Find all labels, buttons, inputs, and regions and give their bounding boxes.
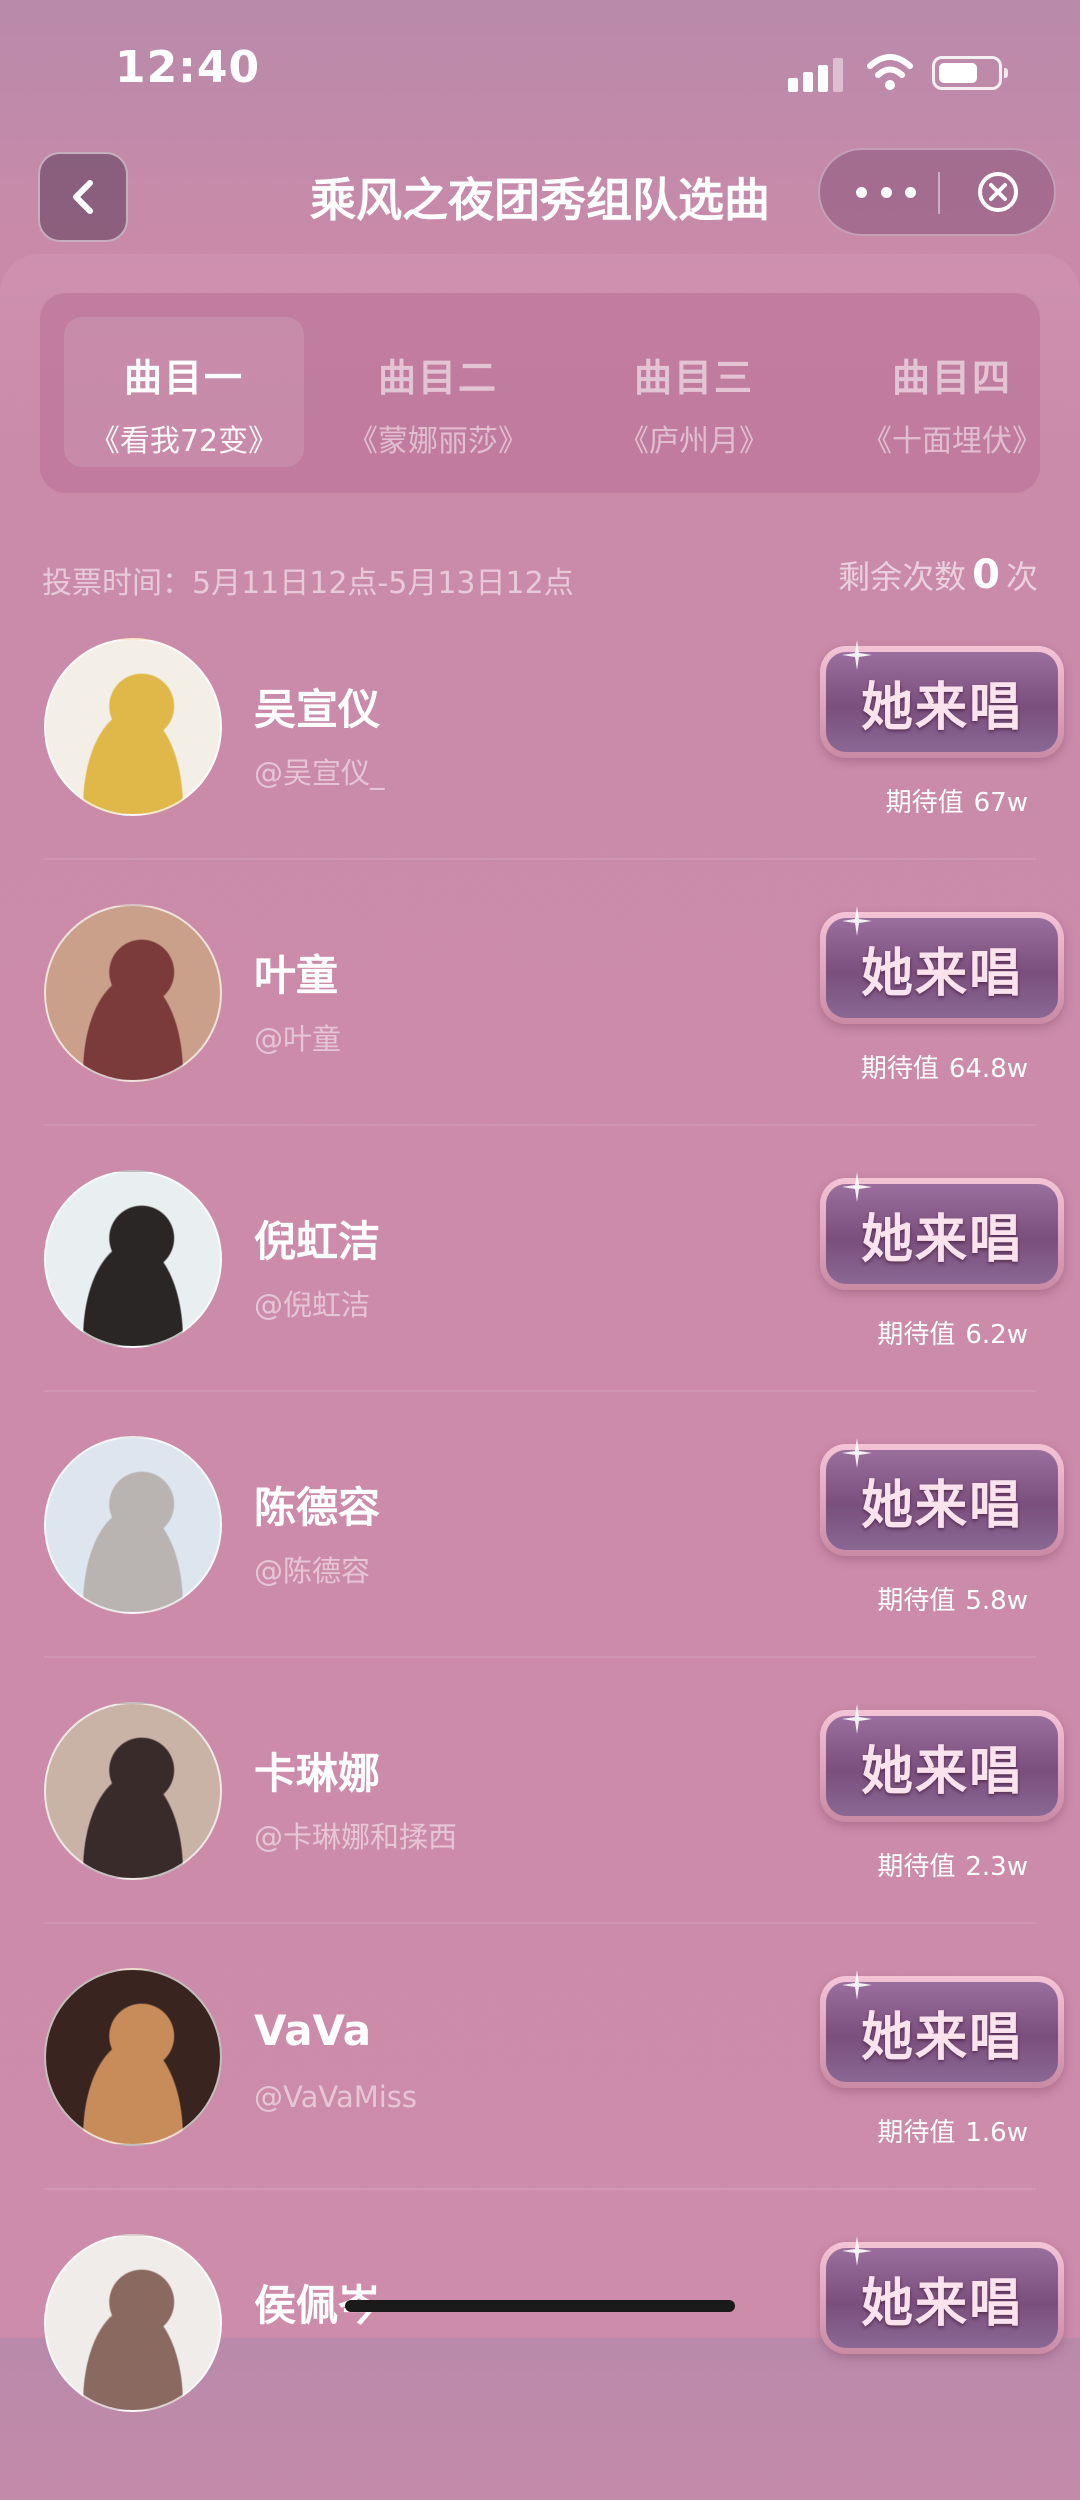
candidate-row: 陈德容 @陈德容 她来唱 期待值 5.8w <box>0 1436 1080 1702</box>
expect-number: 64.8w <box>948 1054 1028 1084</box>
sparkle-icon <box>842 1438 872 1468</box>
tab-label: 曲目一 <box>123 356 244 400</box>
expect-label: 期待值 <box>877 2118 956 2148</box>
tab-label: 曲目四 <box>891 356 1012 400</box>
candidate-name: 吴宣仪 <box>254 685 381 734</box>
expect-value: 期待值 1.6w <box>877 2112 1028 2149</box>
she-sings-button[interactable]: 她来唱 <box>820 1970 1064 2088</box>
avatar <box>44 638 222 816</box>
tab-song-2[interactable]: 曲目二 《蒙娜丽莎》 <box>318 317 558 467</box>
remaining-votes: 剩余次数 0 次 <box>838 552 1038 598</box>
sparkle-icon <box>842 906 872 936</box>
candidate-handle: @陈德容 <box>254 1554 371 1588</box>
row-divider <box>44 2188 1036 2190</box>
candidate-row: 卡琳娜 @卡琳娜和揉西 她来唱 期待值 2.3w <box>0 1702 1080 1968</box>
tab-song-3[interactable]: 曲目三 《庐州月》 <box>574 317 814 467</box>
sparkle-icon <box>842 640 872 670</box>
nav-bar: 乘风之夜团秀组队选曲 <box>0 140 1080 250</box>
close-button[interactable] <box>976 170 1020 214</box>
avatar <box>44 1170 222 1348</box>
candidate-name: 倪虹洁 <box>254 1217 381 1266</box>
expect-label: 期待值 <box>860 1054 939 1084</box>
expect-number: 1.6w <box>965 2118 1028 2148</box>
she-sings-button[interactable]: 她来唱 <box>820 1438 1064 1556</box>
she-sings-button[interactable]: 她来唱 <box>820 2236 1064 2354</box>
candidate-row: VaVa @VaVaMiss 她来唱 期待值 1.6w <box>0 1968 1080 2234</box>
battery-icon <box>932 56 1008 90</box>
expect-number: 5.8w <box>965 1586 1028 1616</box>
candidate-handle: @叶童 <box>254 1022 342 1056</box>
row-divider <box>44 1656 1036 1658</box>
she-sings-button[interactable]: 她来唱 <box>820 906 1064 1024</box>
candidate-handle: @卡琳娜和揉西 <box>254 1820 458 1854</box>
miniapp-capsule <box>818 148 1056 236</box>
tab-song-title: 《庐州月》 <box>619 424 769 459</box>
expect-value: 期待值 5.8w <box>877 1580 1028 1617</box>
avatar <box>44 1968 222 2146</box>
sparkle-icon <box>842 1970 872 2000</box>
sparkle-icon <box>842 1704 872 1734</box>
avatar <box>44 2234 222 2412</box>
expect-number: 67w <box>973 788 1028 818</box>
candidate-name: 卡琳娜 <box>254 1749 381 1798</box>
tab-song-title: 《十面埋伏》 <box>862 424 1040 459</box>
row-divider <box>44 1390 1036 1392</box>
tab-label: 曲目三 <box>633 356 754 400</box>
capsule-divider <box>938 172 940 214</box>
tab-song-title: 《蒙娜丽莎》 <box>348 424 528 459</box>
candidate-name: 陈德容 <box>254 1483 381 1532</box>
tab-song-4[interactable]: 曲目四 《十面埋伏》 <box>832 317 1040 467</box>
expect-label: 期待值 <box>877 1586 956 1616</box>
wifi-icon <box>867 54 913 90</box>
status-bar: 12:40 <box>0 0 1080 140</box>
expect-value: 期待值 67w <box>886 782 1028 819</box>
candidate-row: 侯佩岑 她来唱 <box>0 2234 1080 2500</box>
sparkle-icon <box>842 2236 872 2266</box>
avatar <box>44 1436 222 1614</box>
candidate-row: 吴宣仪 @吴宣仪_ 她来唱 期待值 67w <box>0 638 1080 904</box>
she-sings-button[interactable]: 她来唱 <box>820 640 1064 758</box>
candidate-handle: @倪虹洁 <box>254 1288 371 1322</box>
vote-time: 投票时间：5月11日12点-5月13日12点 <box>42 566 574 601</box>
remain-prefix: 剩余次数 <box>838 558 967 596</box>
tab-song-title: 《看我72变》 <box>89 424 279 459</box>
signal-icon <box>788 56 844 92</box>
song-tabs: 曲目一 《看我72变》 曲目二 《蒙娜丽莎》 曲目三 《庐州月》 曲目四 《十面… <box>40 293 1040 493</box>
expect-value: 期待值 6.2w <box>877 1314 1028 1351</box>
candidate-name: 叶童 <box>254 951 339 1000</box>
she-sings-button[interactable]: 她来唱 <box>820 1704 1064 1822</box>
expect-label: 期待值 <box>877 1320 956 1350</box>
expect-number: 6.2w <box>965 1320 1028 1350</box>
expect-number: 2.3w <box>965 1852 1028 1882</box>
row-divider <box>44 858 1036 860</box>
candidate-row: 倪虹洁 @倪虹洁 她来唱 期待值 6.2w <box>0 1170 1080 1436</box>
row-divider <box>44 1922 1036 1924</box>
tab-song-1[interactable]: 曲目一 《看我72变》 <box>64 317 304 467</box>
status-time: 12:40 <box>115 42 261 93</box>
expect-label: 期待值 <box>877 1852 956 1882</box>
remain-suffix: 次 <box>1005 558 1038 596</box>
expect-value: 期待值 64.8w <box>861 1048 1028 1085</box>
home-indicator <box>345 2300 735 2312</box>
avatar <box>44 1702 222 1880</box>
row-divider <box>44 1124 1036 1126</box>
expect-value: 期待值 2.3w <box>877 1846 1028 1883</box>
more-button[interactable] <box>856 172 916 212</box>
candidate-row: 叶童 @叶童 她来唱 期待值 64.8w <box>0 904 1080 1170</box>
candidate-handle: @吴宣仪_ <box>254 756 385 790</box>
avatar <box>44 904 222 1082</box>
candidate-name: VaVa <box>254 2006 372 2055</box>
remain-count: 0 <box>972 552 1000 598</box>
candidate-handle: @VaVaMiss <box>254 2080 418 2114</box>
sparkle-icon <box>842 1172 872 1202</box>
expect-label: 期待值 <box>885 788 964 818</box>
she-sings-button[interactable]: 她来唱 <box>820 1172 1064 1290</box>
tab-label: 曲目二 <box>377 356 498 400</box>
